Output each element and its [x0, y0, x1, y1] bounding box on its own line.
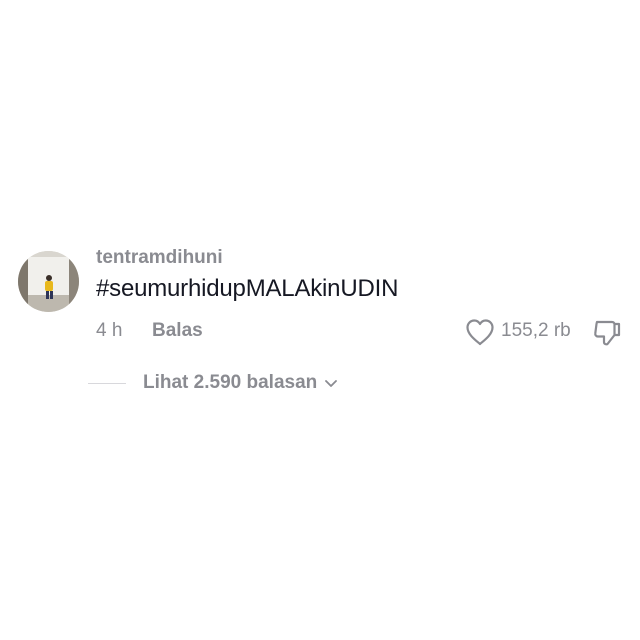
- avatar[interactable]: [18, 251, 79, 312]
- comment-text: #seumurhidupMALAkinUDIN: [96, 275, 399, 302]
- heart-outline-icon[interactable]: [465, 318, 495, 346]
- reply-button[interactable]: Balas: [152, 320, 203, 342]
- like-count: 155,2 rb: [501, 320, 571, 341]
- comment-item: tentramdihuni #seumurhidupMALAkinUDIN 4 …: [0, 0, 640, 640]
- replies-divider: [88, 383, 126, 384]
- view-replies-button[interactable]: Lihat 2.590 balasan: [143, 372, 339, 394]
- comment-timestamp: 4 h: [96, 320, 123, 341]
- view-replies-label: Lihat 2.590 balasan: [143, 372, 318, 393]
- comment-username[interactable]: tentramdihuni: [96, 247, 223, 269]
- thumbs-down-icon[interactable]: [592, 318, 622, 348]
- chevron-down-icon: [323, 375, 339, 391]
- avatar-photo: [18, 251, 79, 312]
